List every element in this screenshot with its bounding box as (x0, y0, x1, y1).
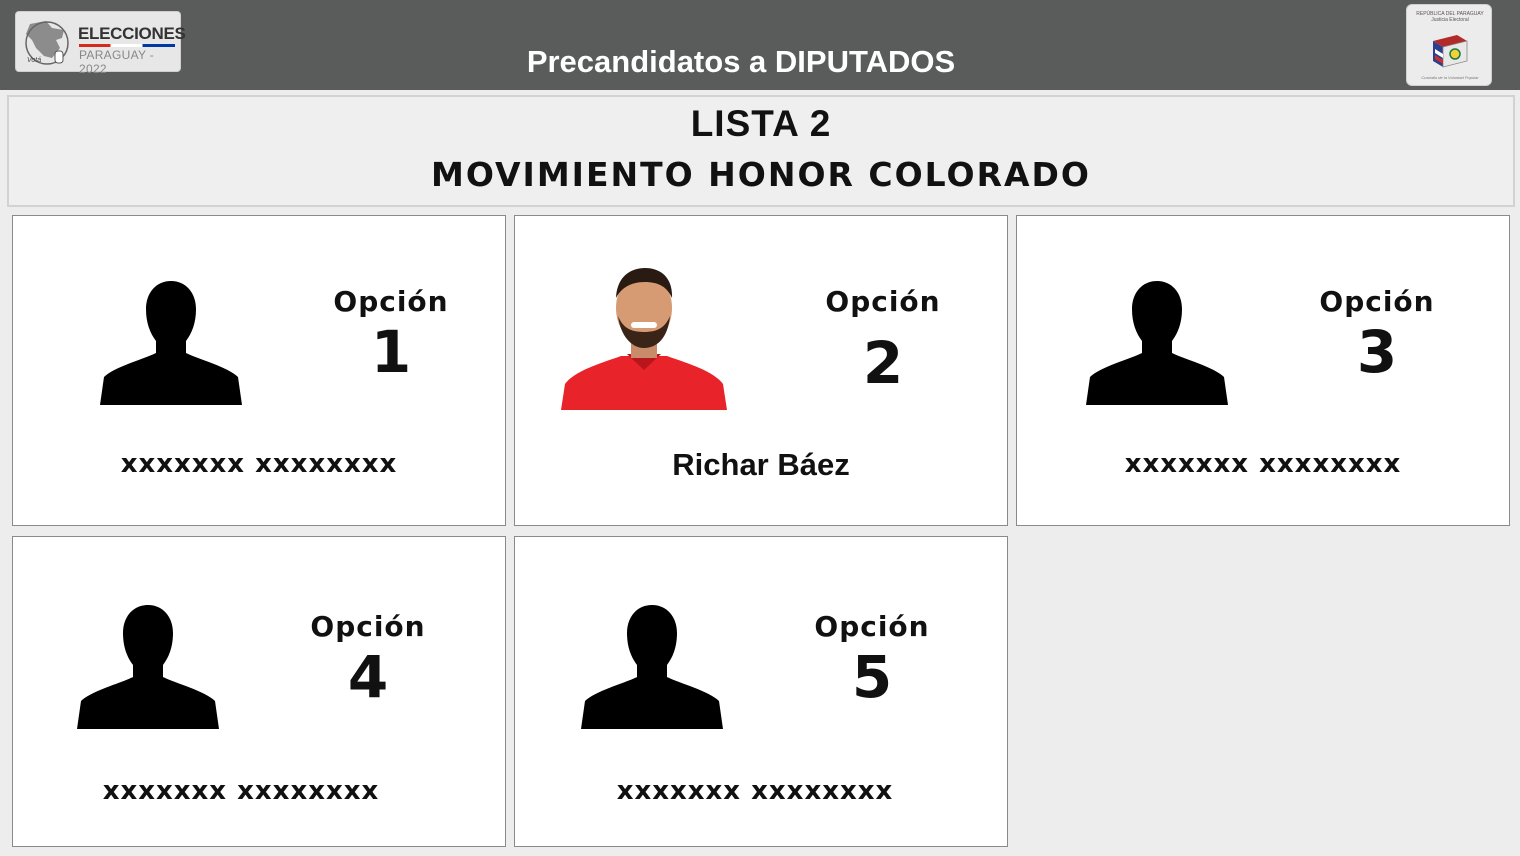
option-number: 4 (347, 643, 389, 711)
candidate-photo (561, 262, 727, 410)
candidate-card-5[interactable]: Opción 5 xxxxxxx xxxxxxxx (514, 536, 1008, 847)
movement-name: MOVIMIENTO HONOR COLORADO (431, 155, 1091, 194)
option-number: 3 (1356, 318, 1398, 386)
option-label: Opción (825, 285, 941, 318)
option-label: Opción (1319, 285, 1435, 318)
ballot-box-icon (1433, 35, 1468, 68)
option-number: 1 (370, 318, 412, 386)
candidate-card-2[interactable]: Opción 2 Richar Báez (514, 215, 1008, 526)
candidate-name: xxxxxxx xxxxxxxx (1124, 449, 1402, 479)
candidate-name: xxxxxxx xxxxxxxx (102, 776, 380, 806)
candidate-card-4[interactable]: Opción 4 xxxxxxx xxxxxxxx (12, 536, 506, 847)
silhouette-icon (100, 281, 242, 405)
option-label: Opción (814, 610, 930, 643)
option-number: 2 (862, 329, 904, 397)
option-label: Opción (333, 285, 449, 318)
candidate-card-3[interactable]: Opción 3 xxxxxxx xxxxxxxx (1016, 215, 1510, 526)
page-title: Precandidatos a DIPUTADOS (526, 44, 956, 79)
logo-title: ELECCIONES (78, 24, 186, 43)
logo-right-bottom-text: Custodio de la Voluntad Popular (1421, 75, 1479, 80)
candidate-name: Richar Báez (672, 447, 850, 482)
list-banner: LISTA 2 MOVIMIENTO HONOR COLORADO (7, 95, 1515, 207)
silhouette-icon (77, 605, 219, 729)
candidate-name: xxxxxxx xxxxxxxx (120, 449, 398, 479)
silhouette-icon (581, 605, 723, 729)
candidate-card-1[interactable]: Opción 1 xxxxxxx xxxxxxxx (12, 215, 506, 526)
option-label: Opción (310, 610, 426, 643)
candidate-name: xxxxxxx xxxxxxxx (616, 776, 894, 806)
logo-right-top-text: REPÚBLICA DEL PARAGUAY Justicia Electora… (1416, 11, 1484, 23)
list-number: LISTA 2 (690, 103, 832, 144)
option-number: 5 (851, 643, 893, 711)
silhouette-icon (1086, 281, 1228, 405)
justicia-electoral-logo: REPÚBLICA DEL PARAGUAY Justicia Electora… (1406, 4, 1492, 86)
top-bar: Votá ELECCIONES PARAGUAY - 2022 Precandi… (0, 0, 1520, 90)
